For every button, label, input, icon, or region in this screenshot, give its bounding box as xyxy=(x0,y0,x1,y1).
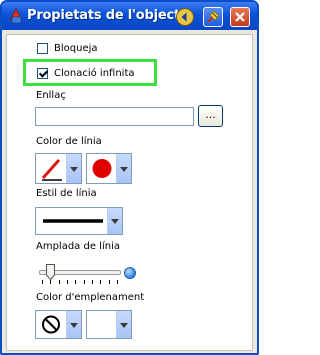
pin-button[interactable] xyxy=(203,7,223,27)
link-input[interactable] xyxy=(35,107,194,126)
fill-color-combo[interactable] xyxy=(86,310,132,339)
help-button[interactable] xyxy=(175,7,195,27)
title-bar[interactable]: Propietats de l'objecte xyxy=(2,2,257,30)
browse-button[interactable]: ... xyxy=(198,105,223,127)
line-color-label: Color de línia xyxy=(36,136,102,147)
line-color-label-row: Color de línia xyxy=(36,136,102,147)
properties-window: Propietats de l'objecte Bloqueja Clonaci… xyxy=(0,0,259,355)
fill-tool-dropdown-button[interactable] xyxy=(66,311,81,338)
line-width-label: Amplada de línia xyxy=(36,241,120,252)
line-width-slider-thumb[interactable] xyxy=(46,264,55,280)
link-label: Enllaç xyxy=(36,90,66,101)
line-tool-dropdown-button[interactable] xyxy=(66,154,81,183)
fill-color-dropdown-button[interactable] xyxy=(116,311,131,338)
lock-row[interactable]: Bloqueja xyxy=(37,43,98,54)
fill-tool-combo[interactable] xyxy=(35,310,82,339)
line-width-label-row: Amplada de línia xyxy=(36,241,120,252)
line-style-sample xyxy=(43,219,103,223)
fill-color-label-row: Color d'emplenament xyxy=(36,292,144,303)
close-icon xyxy=(235,12,245,22)
link-label-row: Enllaç xyxy=(36,90,66,101)
line-width-ticks xyxy=(42,280,118,284)
line-style-combo[interactable] xyxy=(35,207,123,235)
close-button[interactable] xyxy=(230,7,250,27)
help-icon xyxy=(176,8,194,26)
line-style-label-row: Estil de línia xyxy=(36,188,97,199)
line-tool-combo[interactable] xyxy=(35,153,82,184)
highlight-box xyxy=(23,59,157,86)
fill-color-swatch xyxy=(90,314,114,335)
line-style-dropdown-button[interactable] xyxy=(107,208,122,234)
no-fill-icon xyxy=(42,315,60,334)
lock-label: Bloqueja xyxy=(54,43,98,54)
line-width-preview xyxy=(124,267,136,279)
app-icon xyxy=(9,8,23,24)
red-dot-icon xyxy=(92,159,112,178)
line-color-dropdown-button[interactable] xyxy=(116,154,131,183)
fill-color-label: Color d'emplenament xyxy=(36,292,145,303)
browse-button-label: ... xyxy=(205,108,216,121)
line-color-combo[interactable] xyxy=(86,153,132,184)
window-title: Propietats de l'objecte xyxy=(27,8,189,23)
pen-icon xyxy=(41,159,62,181)
lock-checkbox[interactable] xyxy=(37,43,48,54)
line-style-label: Estil de línia xyxy=(36,188,97,199)
pin-icon xyxy=(207,10,220,23)
